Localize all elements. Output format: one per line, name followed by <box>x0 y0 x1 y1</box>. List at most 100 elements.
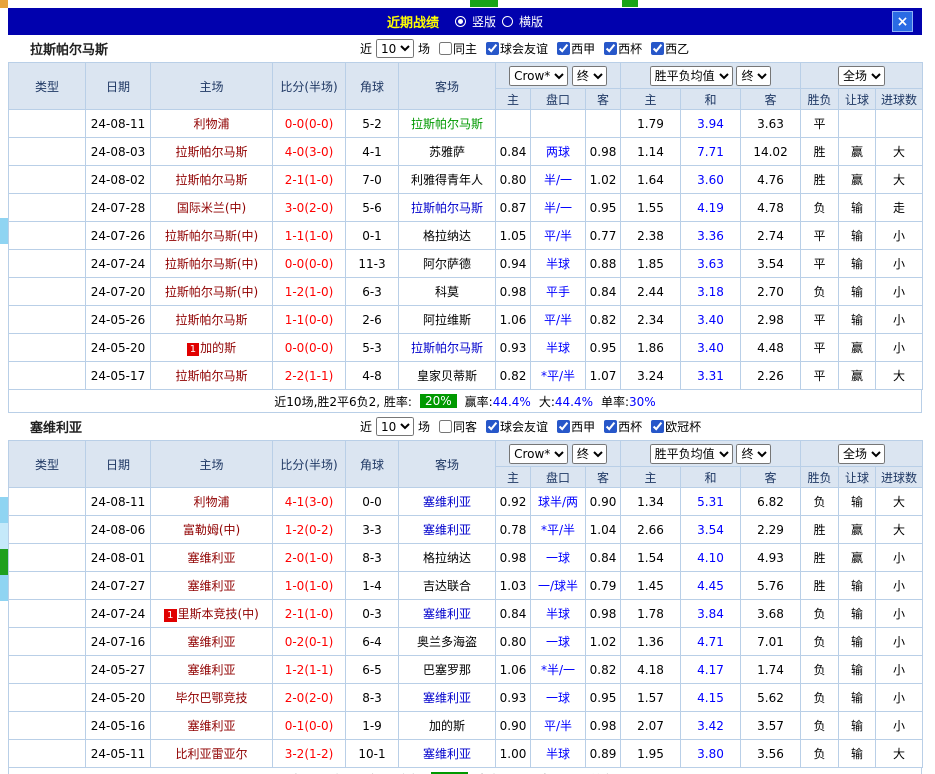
match-row: 球会友谊 24-07-28 国际米兰(中) 3-0(2-0) 5-6 拉斯帕尔马… <box>9 194 923 222</box>
scope-select[interactable]: 全场 <box>838 66 885 86</box>
match-score: 2-1(1-0) <box>273 600 346 628</box>
vertical-label[interactable]: 竖版 <box>472 13 496 30</box>
match-score: 1-1(1-0) <box>273 222 346 250</box>
wdl-select-cell: 胜平负均值 终 <box>621 63 801 89</box>
match-date: 24-07-28 <box>86 194 151 222</box>
popup-titlebar: 近期战绩 竖版 横版 × <box>8 8 922 35</box>
corner-score: 0-1 <box>346 222 399 250</box>
odds-time-select[interactable]: 终 <box>572 444 607 464</box>
result-value: 负 <box>801 656 839 684</box>
corner-score: 4-8 <box>346 362 399 390</box>
match-date: 24-05-17 <box>86 362 151 390</box>
close-button[interactable]: × <box>892 11 913 32</box>
wdl-home-odds: 1.36 <box>621 628 681 656</box>
wdl-type-select[interactable]: 胜平负均值 <box>650 444 733 464</box>
wdl-time-select[interactable]: 终 <box>736 444 771 464</box>
goals-result-value: 大 <box>876 516 923 544</box>
league-toggle[interactable]: 西杯 <box>604 40 642 57</box>
league-toggle[interactable]: 欧冠杯 <box>651 418 701 435</box>
match-row: 球会友谊 24-08-06 富勒姆(中) 1-2(0-2) 3-3 塞维利亚 0… <box>9 516 923 544</box>
col-odds-home: 主 <box>496 467 531 488</box>
bg-artifact <box>0 523 8 549</box>
same-venue-checkbox[interactable] <box>439 42 452 55</box>
col-type: 类型 <box>9 441 86 488</box>
odds-company-select[interactable]: Crow* <box>509 66 568 86</box>
count-select[interactable]: 10 <box>376 39 414 58</box>
match-type: 西甲 <box>9 306 86 334</box>
league-label[interactable]: 球会友谊 <box>500 40 548 57</box>
corner-score: 8-3 <box>346 544 399 572</box>
same-venue-label[interactable]: 同主 <box>453 40 477 57</box>
league-toggle[interactable]: 西乙 <box>651 40 689 57</box>
league-checkbox[interactable] <box>651 420 664 433</box>
match-score: 4-1(3-0) <box>273 488 346 516</box>
odds-time-select[interactable]: 终 <box>572 66 607 86</box>
home-team-name: 拉斯帕尔马斯(中) <box>165 229 258 243</box>
league-checkbox[interactable] <box>604 420 617 433</box>
league-label[interactable]: 西乙 <box>665 40 689 57</box>
match-row: 球会友谊 24-07-16 塞维利亚 0-2(0-1) 6-4 奥兰多海盗 0.… <box>9 628 923 656</box>
summary-stat: 大:44.4% <box>539 393 593 410</box>
league-label[interactable]: 西甲 <box>571 40 595 57</box>
odds-away-value: 0.88 <box>586 250 621 278</box>
league-toggle[interactable]: 西杯 <box>604 418 642 435</box>
home-team-cell: 利物浦 <box>151 110 273 138</box>
wdl-home-odds: 1.45 <box>621 572 681 600</box>
league-toggle[interactable]: 球会友谊 <box>486 40 548 57</box>
match-score: 4-0(3-0) <box>273 138 346 166</box>
match-date: 24-08-03 <box>86 138 151 166</box>
odds-home-value: 0.94 <box>496 250 531 278</box>
count-select[interactable]: 10 <box>376 417 414 436</box>
col-score: 比分(半场) <box>273 441 346 488</box>
league-checkbox[interactable] <box>486 420 499 433</box>
wdl-away-odds: 3.63 <box>741 110 801 138</box>
league-label[interactable]: 欧冠杯 <box>665 418 701 435</box>
col-wdl-away: 客 <box>741 89 801 110</box>
goals-result-value: 大 <box>876 362 923 390</box>
horizontal-radio[interactable] <box>502 16 513 27</box>
home-team-cell: 塞维利亚 <box>151 712 273 740</box>
odds-company-select[interactable]: Crow* <box>509 444 568 464</box>
wdl-type-select[interactable]: 胜平负均值 <box>650 66 733 86</box>
col-wdl-draw: 和 <box>681 89 741 110</box>
wdl-home-odds: 1.86 <box>621 334 681 362</box>
wdl-away-odds: 3.54 <box>741 250 801 278</box>
home-team-cell: 拉斯帕尔马斯 <box>151 166 273 194</box>
wdl-home-odds: 1.78 <box>621 600 681 628</box>
league-label[interactable]: 球会友谊 <box>500 418 548 435</box>
match-row: 球会友谊 24-08-11 利物浦 0-0(0-0) 5-2 拉斯帕尔马斯 1.… <box>9 110 923 138</box>
match-score: 2-0(2-0) <box>273 684 346 712</box>
same-venue-label[interactable]: 同客 <box>453 418 477 435</box>
same-venue-toggle[interactable]: 同客 <box>439 418 477 435</box>
match-date: 24-07-26 <box>86 222 151 250</box>
league-checkbox[interactable] <box>557 420 570 433</box>
wdl-home-odds: 1.14 <box>621 138 681 166</box>
same-venue-checkbox[interactable] <box>439 420 452 433</box>
match-score: 0-2(0-1) <box>273 628 346 656</box>
league-toggle[interactable]: 球会友谊 <box>486 418 548 435</box>
league-checkbox[interactable] <box>651 42 664 55</box>
wdl-time-select[interactable]: 终 <box>736 66 771 86</box>
league-label[interactable]: 西杯 <box>618 418 642 435</box>
league-toggle[interactable]: 西甲 <box>557 40 595 57</box>
league-label[interactable]: 西杯 <box>618 40 642 57</box>
league-label[interactable]: 西甲 <box>571 418 595 435</box>
filter-bar: 近 10 场 同主 球会友谊 西甲 西杯 西乙 <box>360 39 689 58</box>
odds-away-value: 0.90 <box>586 488 621 516</box>
summary-stat: 单率:70% <box>590 771 645 774</box>
league-checkbox[interactable] <box>486 42 499 55</box>
scope-select[interactable]: 全场 <box>838 444 885 464</box>
league-checkbox[interactable] <box>557 42 570 55</box>
corner-score: 6-5 <box>346 656 399 684</box>
away-team-cell: 巴塞罗那 <box>399 656 496 684</box>
handicap-result-value: 输 <box>839 306 876 334</box>
horizontal-label[interactable]: 横版 <box>519 13 543 30</box>
same-venue-toggle[interactable]: 同主 <box>439 40 477 57</box>
match-type: 球会友谊 <box>9 516 86 544</box>
league-checkbox[interactable] <box>604 42 617 55</box>
odds-away-value: 0.98 <box>586 600 621 628</box>
league-toggle[interactable]: 西甲 <box>557 418 595 435</box>
vertical-radio[interactable] <box>455 16 466 27</box>
col-handicap-result: 让球 <box>839 89 876 110</box>
corner-score: 10-1 <box>346 740 399 768</box>
